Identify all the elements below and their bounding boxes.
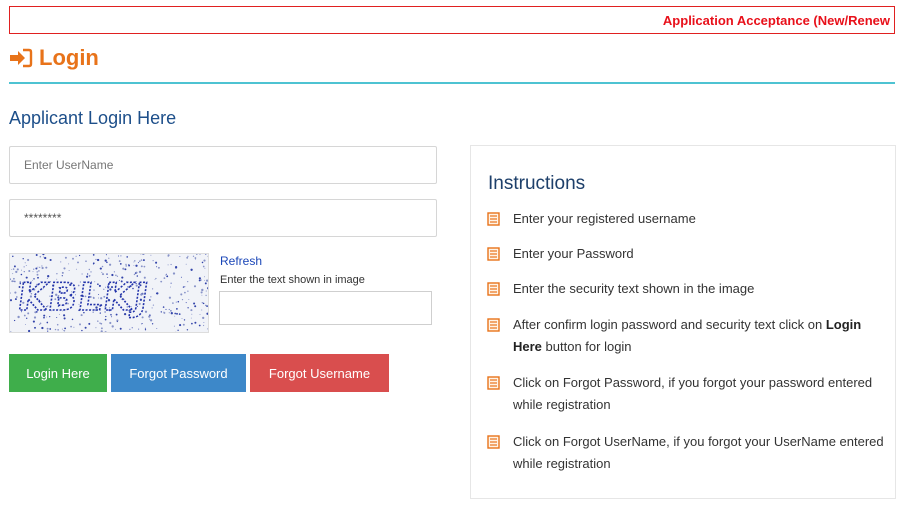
instruction-item: Click on Forgot Password, if you forgot …: [487, 372, 887, 416]
page-title: Login: [39, 45, 99, 70]
instruction-item: After confirm login password and securit…: [487, 314, 887, 358]
document-list-icon: [487, 376, 500, 390]
document-list-icon: [487, 212, 500, 226]
marquee-text: Application Acceptance (New/Renew: [662, 13, 890, 28]
captcha-text: KBLKJ: [15, 276, 152, 320]
captcha-input[interactable]: [219, 291, 432, 325]
heading-divider: [9, 82, 895, 84]
instructions-panel: Instructions Enter your registered usern…: [470, 145, 896, 499]
document-list-icon: [487, 282, 500, 296]
document-list-icon: [487, 318, 500, 332]
instruction-item: Enter your registered username: [487, 208, 887, 230]
login-section-title: Applicant Login Here: [9, 108, 177, 128]
document-list-icon: [487, 435, 500, 449]
username-input[interactable]: [9, 146, 437, 184]
forgot-username-button[interactable]: Forgot Username: [250, 354, 389, 392]
captcha-hint: Enter the text shown in image: [220, 274, 365, 286]
sign-in-arrow-icon: [10, 48, 33, 68]
instruction-item: Enter the security text shown in the ima…: [487, 278, 887, 300]
instruction-item: Enter your Password: [487, 243, 887, 265]
forgot-password-button[interactable]: Forgot Password: [111, 354, 246, 392]
password-input[interactable]: [9, 199, 437, 237]
instruction-item: Click on Forgot UserName, if you forgot …: [487, 431, 887, 475]
login-button[interactable]: Login Here: [9, 354, 107, 392]
instructions-title: Instructions: [488, 173, 586, 194]
captcha-refresh-link[interactable]: Refresh: [220, 254, 262, 268]
document-list-icon: [487, 247, 500, 261]
page-heading: Login: [9, 44, 99, 72]
captcha-image: KBLKJ: [9, 253, 209, 333]
announcement-marquee: Application Acceptance (New/Renew: [9, 6, 895, 34]
